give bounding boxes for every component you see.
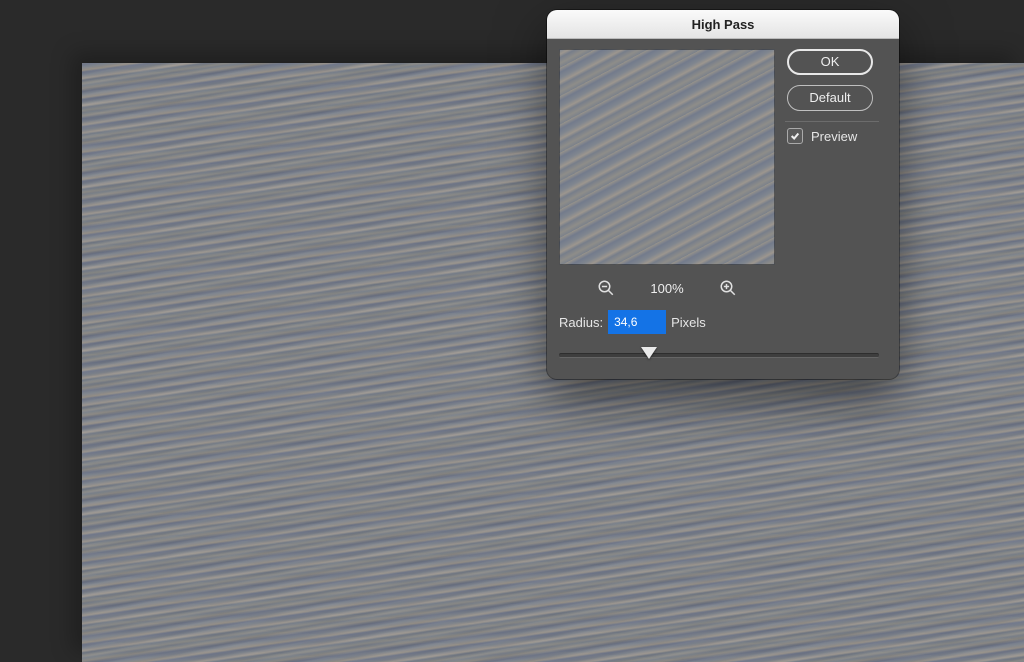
- preview-toggle[interactable]: Preview: [787, 128, 887, 144]
- separator: [785, 121, 879, 122]
- high-pass-dialog: High Pass 100%: [547, 10, 899, 379]
- zoom-out-icon[interactable]: [597, 279, 615, 297]
- zoom-in-icon[interactable]: [719, 279, 737, 297]
- zoom-level: 100%: [643, 281, 691, 296]
- dialog-title-text: High Pass: [692, 17, 755, 32]
- slider-thumb[interactable]: [641, 347, 657, 359]
- radius-label: Radius:: [559, 315, 603, 330]
- radius-slider[interactable]: [559, 345, 879, 363]
- radius-input[interactable]: [609, 311, 665, 333]
- ok-button[interactable]: OK: [787, 49, 873, 75]
- preview-label: Preview: [811, 129, 857, 144]
- radius-unit: Pixels: [671, 315, 706, 330]
- slider-track: [559, 353, 879, 358]
- dialog-title: High Pass: [547, 10, 899, 39]
- filter-preview[interactable]: [559, 49, 775, 265]
- preview-checkbox[interactable]: [787, 128, 803, 144]
- default-button[interactable]: Default: [787, 85, 873, 111]
